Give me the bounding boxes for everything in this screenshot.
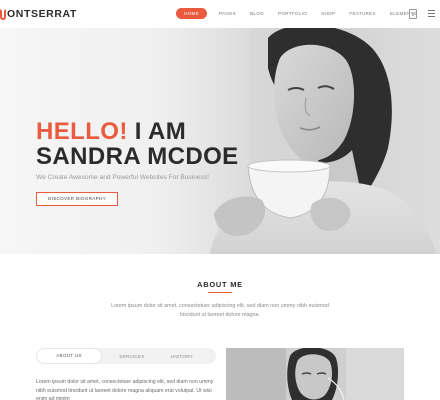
about-tabs: ABOUT US SERVICES HISTORY	[36, 348, 216, 364]
about-description: Lorem ipsum dolor sit amet, consectetuer…	[111, 303, 329, 318]
nav-item-features[interactable]: FEATURES	[349, 8, 376, 19]
hero-title-highlight: HELLO!	[36, 118, 128, 145]
about-title-divider	[208, 292, 232, 293]
hero-title-rest: I AM	[127, 118, 187, 145]
tab-about-us[interactable]: ABOUT US	[37, 349, 101, 363]
shopping-bag-icon[interactable]: 0	[409, 9, 417, 19]
tab-content-text: Lorem ipsum dolor sit amet, consectetuer…	[36, 379, 214, 400]
site-logo[interactable]: ONTSERRAT	[0, 6, 77, 22]
tab-history[interactable]: HISTORY	[167, 354, 197, 359]
about-photo-svg	[226, 348, 404, 400]
nav-item-pages[interactable]: PAGES	[219, 8, 236, 19]
nav-item-shop[interactable]: SHOP	[321, 8, 335, 19]
nav-item-portfolio[interactable]: PORTFOLIO	[278, 8, 307, 19]
hero-title-name: SANDRA MCDOE	[36, 143, 239, 170]
site-header: ONTSERRAT HOME PAGES BLOG PORTFOLIO SHOP…	[0, 0, 440, 28]
main-nav: HOME PAGES BLOG PORTFOLIO SHOP FEATURES …	[176, 8, 431, 19]
logo-mark-icon	[0, 8, 6, 20]
hero-title: HELLO! I AM SANDRA MCDOE	[36, 119, 239, 169]
hero-subtitle: We Create Awesome and Powerful Websites …	[36, 174, 209, 181]
logo-text: ONTSERRAT	[7, 8, 77, 20]
nav-item-home[interactable]: HOME	[176, 8, 207, 19]
discover-biography-button[interactable]: DISCOVER BIOGRAPHY	[36, 192, 118, 206]
about-title: ABOUT ME	[197, 280, 243, 289]
hero-section: HELLO! I AM SANDRA MCDOE We Create Aweso…	[0, 28, 440, 254]
hamburger-menu-icon[interactable]	[428, 10, 435, 17]
nav-item-blog[interactable]: BLOG	[250, 8, 264, 19]
cart-count: 0	[411, 12, 415, 17]
about-photo-image	[226, 348, 404, 400]
tab-services[interactable]: SERVICES	[117, 354, 147, 359]
